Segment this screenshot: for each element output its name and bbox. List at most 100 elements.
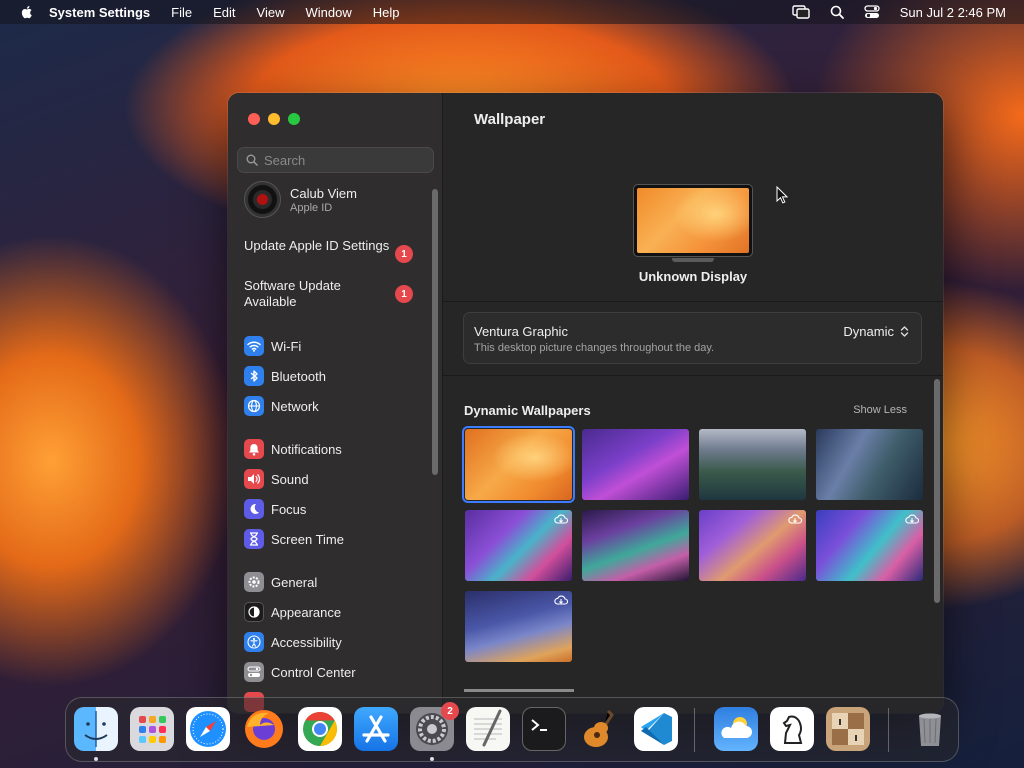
sidebar-item-label: Screen Time: [271, 531, 344, 547]
sidebar-item-screen-time[interactable]: Screen Time: [244, 528, 344, 550]
sidebar-item-control-center[interactable]: Control Center: [244, 661, 356, 683]
apple-logo-icon[interactable]: [19, 4, 35, 20]
updown-chevron-icon: [900, 326, 909, 337]
sidebar-item-network[interactable]: Network: [244, 395, 319, 417]
dock-separator: [888, 708, 889, 752]
dock-safari-icon[interactable]: [186, 707, 230, 751]
sound-icon: [244, 469, 264, 489]
apple-id-account[interactable]: Calub Viem Apple ID: [244, 181, 357, 218]
download-cloud-icon[interactable]: [554, 514, 568, 524]
wallpaper-thumbnail-big-sur-shore[interactable]: [816, 510, 923, 581]
sidebar-item-label: Wi-Fi: [271, 338, 302, 354]
show-less-button[interactable]: Show Less: [853, 404, 907, 416]
wallpaper-mode-value: Dynamic: [843, 324, 894, 339]
download-cloud-icon[interactable]: [788, 514, 802, 524]
search-input[interactable]: [264, 152, 424, 168]
appearance-icon: [244, 602, 264, 622]
wifi-icon: [244, 336, 264, 356]
sidebar-list: Calub Viem Apple ID Update Apple ID Sett…: [228, 181, 443, 713]
sidebar-search[interactable]: [237, 147, 434, 173]
gear-icon: [244, 572, 264, 592]
divider: [443, 375, 943, 376]
sidebar-item-label: Notifications: [271, 441, 342, 457]
screen-time-icon: [244, 529, 264, 549]
dock-garageband-icon[interactable]: [578, 707, 622, 751]
wallpaper-thumbnail-big-sur-sunset[interactable]: [699, 510, 806, 581]
sidebar-item-notifications[interactable]: Notifications: [244, 438, 342, 460]
display-preview: [633, 184, 753, 257]
wallpaper-pane: Wallpaper Unknown Display Ventura Graphi…: [443, 93, 943, 713]
accessibility-icon: [244, 632, 264, 652]
software-update-notice[interactable]: Software Update Available: [244, 278, 394, 310]
dock-chrome-icon[interactable]: [298, 707, 342, 751]
menu-bar: System Settings File Edit View Window He…: [0, 0, 1024, 24]
wallpaper-thumbnail-monterey-graphic[interactable]: [582, 429, 689, 500]
next-section-title-partial: [464, 689, 574, 697]
divider: [443, 301, 943, 302]
update-apple-id-notice[interactable]: Update Apple ID Settings: [244, 238, 394, 254]
menu-window[interactable]: Window: [305, 5, 351, 20]
sidebar-item-general[interactable]: General: [244, 571, 317, 593]
bluetooth-icon: [244, 366, 264, 386]
page-title: Wallpaper: [474, 111, 546, 128]
menu-view[interactable]: View: [257, 5, 285, 20]
sidebar-item-label: General: [271, 574, 318, 590]
content-scrollbar[interactable]: [934, 379, 940, 603]
wallpaper-thumbnail-big-sur-coast[interactable]: [699, 429, 806, 500]
dock-textedit-icon[interactable]: [466, 707, 510, 751]
sidebar-item-sound[interactable]: Sound: [244, 468, 309, 490]
dock-launchpad-icon[interactable]: [130, 707, 174, 751]
wallpaper-thumbnail-catalina[interactable]: [816, 429, 923, 500]
section-title: Dynamic Wallpapers: [464, 403, 591, 418]
sidebar-item-accessibility[interactable]: Accessibility: [244, 631, 342, 653]
menu-app-name[interactable]: System Settings: [49, 5, 150, 20]
sidebar-item-label: Network: [271, 398, 319, 414]
spotlight-search-icon[interactable]: [830, 5, 844, 19]
dock-finder-icon[interactable]: [74, 707, 118, 751]
dock-separator: [694, 708, 695, 752]
sidebar: Calub Viem Apple ID Update Apple ID Sett…: [228, 93, 443, 713]
current-wallpaper-panel: Ventura Graphic This desktop picture cha…: [463, 312, 922, 364]
dock-weather-icon[interactable]: [714, 707, 758, 751]
account-subtitle: Apple ID: [290, 201, 333, 214]
dock-firefox-icon[interactable]: [242, 707, 286, 751]
wallpaper-mode-select[interactable]: Dynamic: [843, 324, 909, 339]
screen-mirroring-icon[interactable]: [792, 5, 810, 19]
sidebar-item-wifi[interactable]: Wi-Fi: [244, 335, 301, 357]
wallpaper-description: This desktop picture changes throughout …: [474, 342, 715, 354]
zoom-button[interactable]: [288, 113, 300, 125]
wallpaper-thumbnail-ventura-graphic[interactable]: [462, 426, 575, 503]
dock-trash-icon[interactable]: [908, 707, 952, 751]
wallpaper-thumbnail-big-sur-lake[interactable]: [582, 510, 689, 581]
sidebar-item-label: Control Center: [271, 664, 356, 680]
download-cloud-icon[interactable]: [554, 595, 568, 605]
running-indicator: [94, 757, 98, 761]
menu-edit[interactable]: Edit: [213, 5, 235, 20]
control-center-icon[interactable]: [864, 5, 880, 19]
sidebar-item-label: Sound: [271, 471, 309, 487]
sidebar-item-focus[interactable]: Focus: [244, 498, 306, 520]
notifications-icon: [244, 439, 264, 459]
wallpaper-thumbnail-solar-gradients[interactable]: [465, 591, 572, 662]
menu-clock[interactable]: Sun Jul 2 2:46 PM: [900, 5, 1006, 20]
sidebar-item-appearance[interactable]: Appearance: [244, 601, 341, 623]
control-center-icon: [244, 662, 264, 682]
dock-app-store-icon[interactable]: [354, 707, 398, 751]
menu-file[interactable]: File: [171, 5, 192, 20]
focus-icon: [244, 499, 264, 519]
notice-badge: 1: [395, 245, 413, 263]
running-indicator: [430, 757, 434, 761]
menu-help[interactable]: Help: [373, 5, 400, 20]
sidebar-item-bluetooth[interactable]: Bluetooth: [244, 365, 326, 387]
display-name: Unknown Display: [638, 269, 748, 284]
minimize-button[interactable]: [268, 113, 280, 125]
wallpaper-thumbnail-big-sur-graphic[interactable]: [465, 510, 572, 581]
download-cloud-icon[interactable]: [905, 514, 919, 524]
close-button[interactable]: [248, 113, 260, 125]
dock-terminal-icon[interactable]: [522, 707, 566, 751]
dock-chess-icon[interactable]: [770, 707, 814, 751]
dock-chess-board-icon[interactable]: [826, 707, 870, 751]
dock: 2: [65, 697, 959, 762]
mouse-cursor-icon: [776, 186, 788, 204]
dock-vscode-icon[interactable]: [634, 707, 678, 751]
